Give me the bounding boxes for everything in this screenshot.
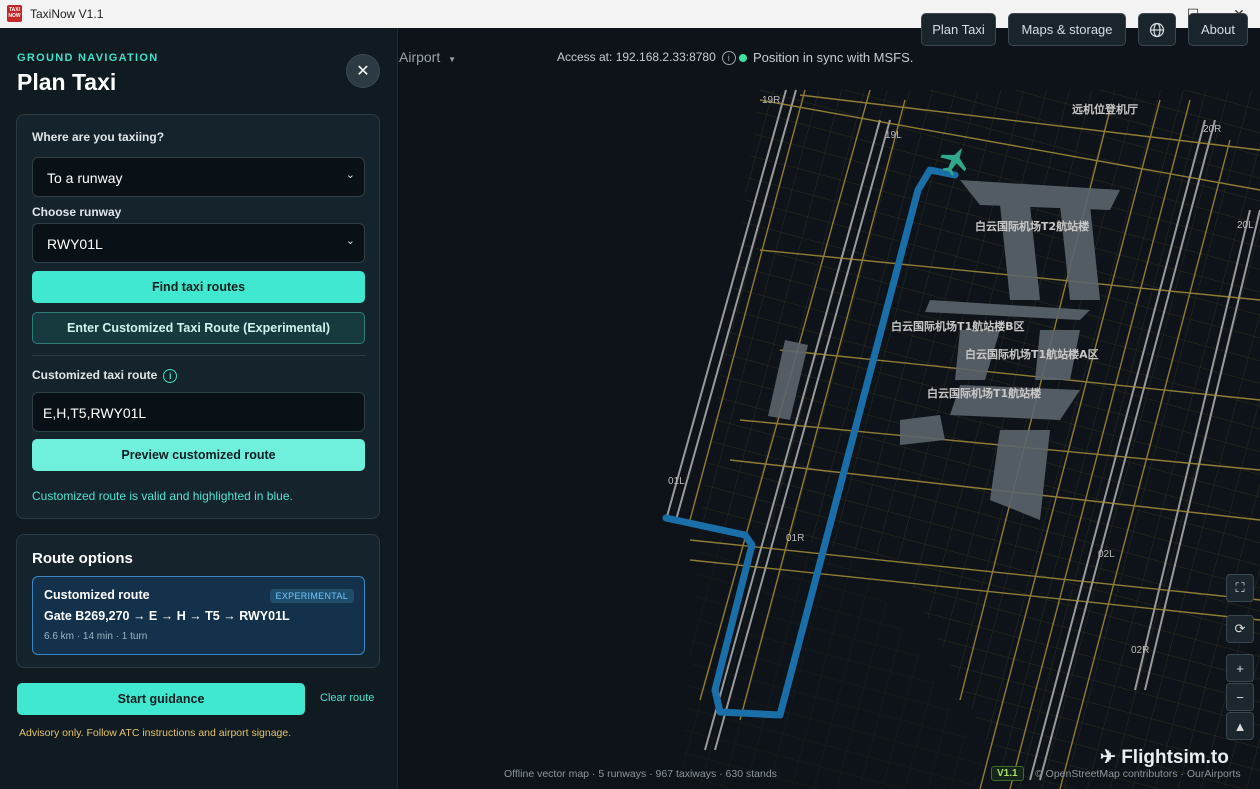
paper-plane-icon: ✈	[1100, 747, 1116, 768]
route-planner-card: Where are you taxiing? To a runway ⌄ Choo…	[16, 114, 380, 519]
route-valid-message: Customized route is valid and highlighte…	[32, 489, 293, 503]
route-name: Customized route	[44, 588, 150, 602]
map-canvas[interactable]: 白云国际机场T2航站楼 白云国际机场T1航站楼B区 白云国际机场T1航站楼A区 …	[399, 28, 1260, 789]
advisory-note: Advisory only. Follow ATC instructions a…	[19, 727, 292, 739]
route-path: Gate B269,270 → E → H → T5 → RWY01L	[44, 609, 290, 623]
access-address-text: Access at: 192.168.2.33:8780	[557, 50, 716, 64]
chevron-down-icon: ⌄	[345, 169, 355, 181]
runway-select-value: RWY01L	[47, 236, 103, 252]
runway-label-20r: 20R	[1203, 124, 1221, 135]
maps-storage-button[interactable]: Maps & storage	[1008, 13, 1126, 46]
map-attribution[interactable]: © OpenStreetMap contributors · OurAirpor…	[1035, 768, 1241, 780]
app-icon: TAXI NOW	[7, 5, 22, 22]
preview-route-button[interactable]: Preview customized route	[32, 439, 365, 471]
sync-status: Position in sync with MSFS.	[753, 50, 914, 65]
airport-selector[interactable]: Airport ▼	[399, 49, 456, 65]
plan-taxi-panel: GROUND NAVIGATION Plan Taxi ✕ Where are …	[0, 28, 398, 789]
zoom-out-icon[interactable]: −	[1226, 683, 1254, 711]
map-label-remote: 远机位登机厅	[1072, 102, 1138, 116]
runway-label-02l: 02L	[1098, 549, 1115, 560]
runway-label-20l: 20L	[1237, 220, 1254, 231]
plan-taxi-button[interactable]: Plan Taxi	[921, 13, 996, 46]
destination-select[interactable]: To a runway ⌄	[32, 157, 365, 197]
route-meta: 6.6 km · 14 min · 1 turn	[44, 631, 148, 642]
runway-select[interactable]: RWY01L ⌄	[32, 223, 365, 263]
destination-label: Where are you taxiing?	[32, 130, 165, 144]
runway-label-01l: 01L	[668, 476, 685, 487]
map-label-t1b: 白云国际机场T1航站楼B区	[891, 319, 1025, 333]
zoom-in-icon[interactable]: +	[1226, 654, 1254, 682]
route-options-card: Route options Customized route EXPERIMEN…	[16, 534, 380, 668]
sync-status-dot	[739, 54, 747, 62]
compass-icon[interactable]: ▲	[1226, 712, 1254, 740]
window-title: TaxiNow V1.1	[30, 7, 104, 21]
destination-select-value: To a runway	[47, 170, 123, 186]
route-options-title: Route options	[32, 550, 133, 567]
version-badge: V1.1	[991, 766, 1024, 781]
map-info: Offline vector map · 5 runways · 967 tax…	[504, 768, 777, 780]
info-icon[interactable]: i	[721, 50, 736, 65]
runway-label-19r: 19R	[762, 95, 780, 106]
runway-label: Choose runway	[32, 205, 122, 219]
runway-label-19l: 19L	[885, 130, 902, 141]
about-button[interactable]: About	[1188, 13, 1248, 46]
access-address: Access at: 192.168.2.33:8780 i	[557, 50, 736, 65]
runway-label-01r: 01R	[786, 533, 804, 544]
panel-eyebrow: GROUND NAVIGATION	[17, 52, 159, 64]
map-label-t1a: 白云国际机场T1航站楼A区	[965, 347, 1099, 361]
airport-map: 白云国际机场T2航站楼 白云国际机场T1航站楼B区 白云国际机场T1航站楼A区 …	[399, 28, 1260, 789]
chevron-down-icon: ⌄	[345, 235, 355, 247]
panel-title: Plan Taxi	[17, 69, 117, 95]
map-label-t2: 白云国际机场T2航站楼	[975, 219, 1089, 233]
watermark: ✈ Flightsim.to	[1100, 746, 1229, 769]
experimental-badge: EXPERIMENTAL	[269, 589, 354, 603]
airport-selector-label: Airport	[399, 49, 441, 65]
enter-custom-route-button[interactable]: Enter Customized Taxi Route (Experimenta…	[32, 312, 365, 344]
clear-route-link[interactable]: Clear route	[320, 692, 374, 704]
start-guidance-button[interactable]: Start guidance	[17, 683, 305, 715]
divider	[32, 355, 365, 356]
fullscreen-icon[interactable]: ⛶	[1226, 574, 1254, 602]
find-taxi-routes-button[interactable]: Find taxi routes	[32, 271, 365, 303]
custom-route-label: Customized taxi route i	[32, 368, 178, 383]
refresh-icon[interactable]: ⟳	[1226, 615, 1254, 643]
close-icon[interactable]: ✕	[346, 54, 380, 88]
custom-route-input[interactable]: E,H,T5,RWY01L	[32, 392, 365, 432]
runway-label-02r: 02R	[1131, 645, 1149, 656]
watermark-text: Flightsim.to	[1121, 747, 1229, 768]
map-label-t1: 白云国际机场T1航站楼	[927, 386, 1041, 400]
route-option-customized[interactable]: Customized route EXPERIMENTAL Gate B269,…	[32, 576, 365, 655]
globe-icon[interactable]	[1138, 13, 1176, 46]
info-icon[interactable]: i	[163, 368, 178, 383]
chevron-down-icon: ▼	[448, 55, 457, 64]
